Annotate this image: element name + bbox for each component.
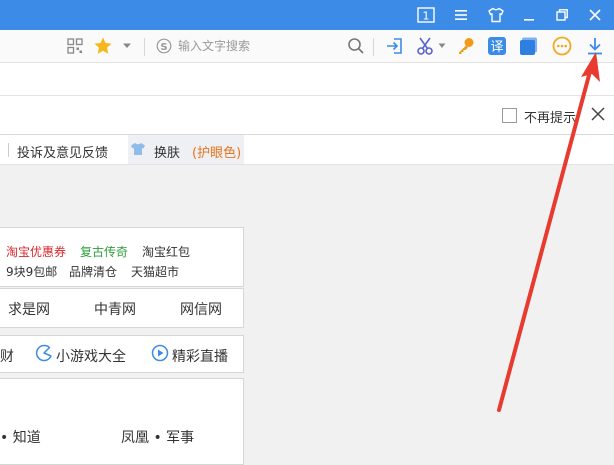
annotation-arrow	[497, 52, 600, 412]
